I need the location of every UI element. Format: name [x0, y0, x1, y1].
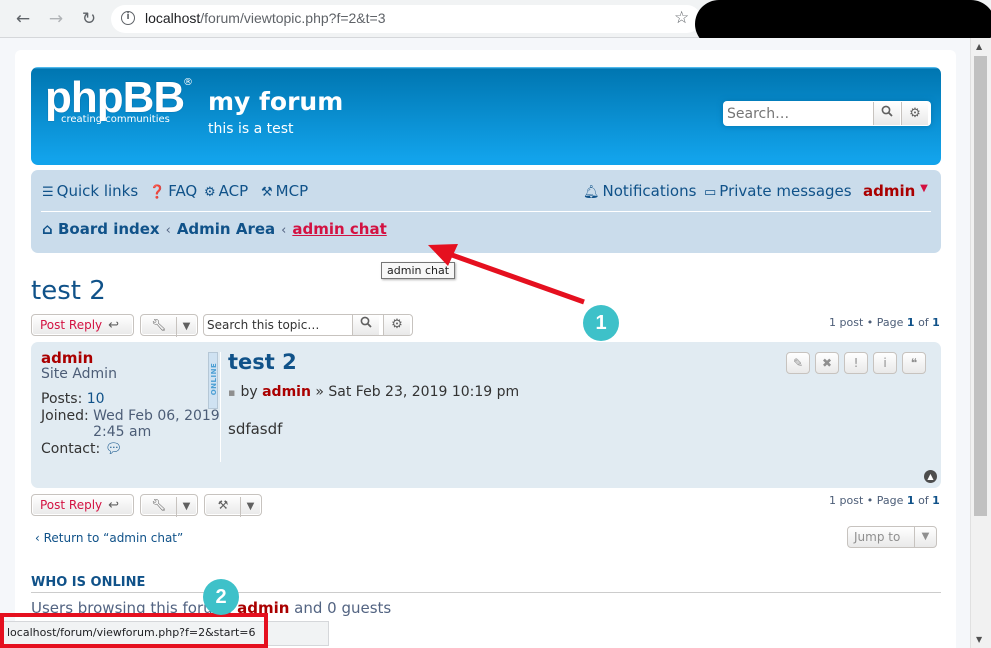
phpbb-logo[interactable]: phpBB ® creating communities	[45, 75, 193, 125]
back-icon[interactable]: ←	[13, 9, 33, 29]
search-input[interactable]	[725, 104, 871, 123]
site-header: phpBB ® creating communities my forum th…	[31, 67, 941, 165]
annotation-badge-2: 2	[203, 579, 239, 615]
site-description: this is a test	[208, 121, 294, 137]
page-scrollbar[interactable]: ▲ ▼	[970, 38, 991, 648]
online-indicator: ONLINE	[208, 352, 218, 409]
topic-title[interactable]: test 2	[31, 276, 106, 306]
who-is-online-heading: WHO IS ONLINE	[31, 575, 146, 590]
breadcrumb-admin-area[interactable]: Admin Area	[177, 220, 275, 238]
post-meta: ▪ by admin » Sat Feb 23, 2019 10:19 pm	[228, 384, 520, 400]
site-info-icon[interactable]: i	[121, 11, 135, 25]
address-bar[interactable]: i localhost/forum/viewtopic.php?f=2&t=3	[111, 5, 701, 33]
scroll-thumb[interactable]	[974, 56, 987, 516]
site-title: my forum	[208, 87, 344, 116]
forum-page: phpBB ® creating communities my forum th…	[15, 50, 956, 648]
scroll-up-icon[interactable]: ▲	[976, 42, 982, 51]
post-reply-button-bottom[interactable]: Post Reply ↩	[31, 494, 134, 516]
inbox-icon: ▭	[704, 185, 717, 200]
breadcrumb-board-index[interactable]: Board index	[58, 220, 160, 238]
header-search: ⚙	[723, 101, 931, 126]
address-url: localhost/forum/viewtopic.php?f=2&t=3	[145, 10, 386, 26]
return-to-forum-link[interactable]: ‹ Return to “admin chat”	[35, 531, 183, 545]
annotation-badge-1: 1	[583, 305, 619, 341]
quick-links-menu[interactable]: ☰ Quick links	[42, 182, 138, 200]
chevron-left-icon: ‹	[281, 223, 287, 238]
reply-icon: ↩	[108, 318, 120, 333]
reply-icon: ↩	[108, 498, 120, 513]
search-icon[interactable]	[873, 102, 900, 125]
contact-icon[interactable]: 💬︎	[105, 441, 123, 457]
dropdown-caret-icon: ▼	[176, 317, 196, 337]
dropdown-caret-icon: ▼	[914, 527, 936, 547]
quote-icon[interactable]: ❝	[902, 352, 926, 374]
mcp-link[interactable]: ⚒ MCP	[261, 182, 308, 200]
page-viewport: phpBB ® creating communities my forum th…	[0, 38, 970, 648]
forward-icon[interactable]: →	[46, 9, 66, 29]
topic-tools-button[interactable]: 🔧︎ ▼	[140, 314, 198, 337]
annotation-highlight-box	[0, 613, 268, 648]
report-post-icon[interactable]: !	[844, 352, 868, 374]
file-icon[interactable]: ▪	[228, 386, 235, 399]
scroll-down-icon[interactable]: ▼	[976, 635, 982, 644]
advanced-search-gear-icon[interactable]: ⚙	[383, 315, 410, 335]
browser-toolbar: ← → ↻ i localhost/forum/viewtopic.php?f=…	[0, 0, 991, 48]
search-icon[interactable]	[352, 315, 379, 335]
topic-search-input[interactable]: Search this topic…	[207, 318, 319, 332]
dropdown-caret-icon: ▼	[176, 497, 196, 517]
moderator-tools-button[interactable]: ⚒ ▼	[204, 494, 262, 517]
acp-link[interactable]: ⚙ ACP	[204, 182, 248, 200]
private-messages-link[interactable]: ▭ Private messages	[704, 182, 852, 200]
notifications-link[interactable]: 🔔︎ Notifications	[583, 182, 696, 200]
who-is-online-divider	[31, 592, 941, 593]
wrench-icon: 🔧︎	[151, 318, 167, 332]
question-icon: ❓	[149, 185, 166, 200]
post-content: sdfasdf	[228, 420, 283, 438]
faq-link[interactable]: ❓ FAQ	[149, 182, 197, 200]
info-icon[interactable]: i	[873, 352, 897, 374]
navbar: ☰ Quick links ❓ FAQ ⚙ ACP ⚒ MCP 🔔︎ Notificati…	[31, 170, 941, 253]
post-title[interactable]: test 2	[228, 350, 297, 374]
edit-post-pencil-icon[interactable]: ✎	[786, 352, 810, 374]
delete-post-icon[interactable]: ✖	[815, 352, 839, 374]
author-post-count[interactable]: 10	[87, 391, 105, 407]
back-to-top-icon[interactable]: ▲	[924, 470, 937, 483]
reload-icon[interactable]: ↻	[79, 9, 99, 29]
bell-icon: 🔔︎	[583, 185, 600, 200]
dropdown-caret-icon: ▼	[240, 497, 260, 517]
advanced-search-gear-icon[interactable]: ⚙	[901, 102, 928, 125]
post: admin Site Admin Posts: 10 Joined: Wed F…	[31, 342, 941, 488]
navbar-divider	[41, 211, 931, 212]
topic-search: Search this topic… ⚙	[203, 314, 413, 336]
link-tooltip: admin chat	[381, 262, 456, 279]
post-author-link[interactable]: admin	[262, 384, 311, 400]
caret-down-icon: ▼	[920, 183, 928, 194]
pagination-bottom: 1 post • Page 1 of 1	[829, 494, 940, 507]
home-icon: ⌂	[42, 220, 53, 238]
chevron-left-icon: ‹	[35, 531, 44, 545]
gavel-icon: ⚒	[217, 498, 229, 512]
wrench-icon: 🔧︎	[151, 498, 167, 512]
post-divider	[220, 352, 221, 462]
pagination-top: 1 post • Page 1 of 1	[829, 316, 940, 329]
topic-tools-button-bottom[interactable]: 🔧︎ ▼	[140, 494, 198, 517]
chevron-left-icon: ‹	[165, 223, 171, 238]
menu-icon: ☰	[42, 185, 54, 200]
breadcrumb: ⌂ Board index ‹ Admin Area ‹ admin chat	[42, 220, 387, 238]
breadcrumb-admin-chat[interactable]: admin chat	[292, 220, 386, 238]
post-reply-button[interactable]: Post Reply ↩	[31, 314, 134, 336]
gears-icon: ⚙	[204, 185, 216, 200]
user-menu[interactable]: admin ▼	[863, 182, 928, 200]
jump-to-button[interactable]: Jump to ▼	[847, 526, 937, 548]
bookmark-star-icon[interactable]: ☆	[674, 8, 689, 28]
gavel-icon: ⚒	[261, 185, 273, 200]
